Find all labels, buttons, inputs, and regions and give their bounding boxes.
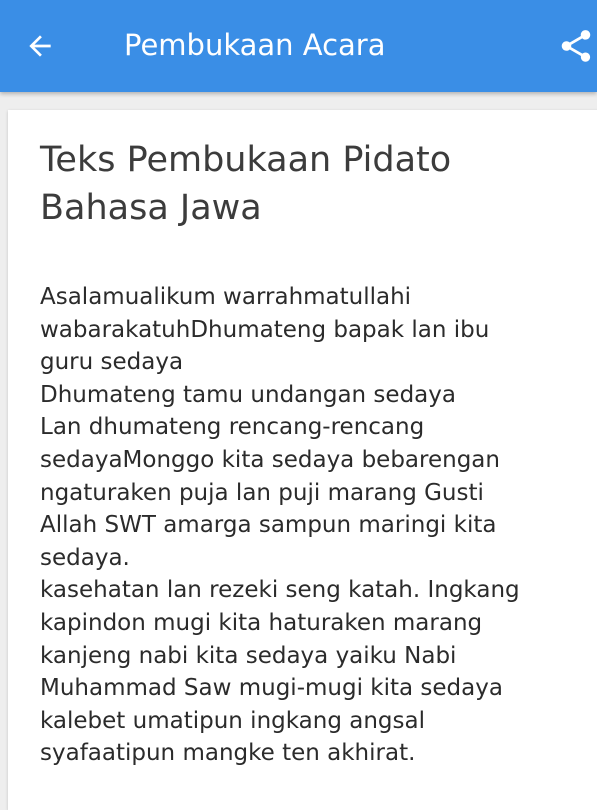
back-button[interactable] xyxy=(14,20,66,72)
share-icon xyxy=(561,30,591,62)
arrow-left-icon xyxy=(29,35,51,57)
article-body: Asalamualikum warrahmatullahi wabarakatu… xyxy=(40,284,520,767)
app-bar-title: Pembukaan Acara xyxy=(124,28,386,62)
article-title: Teks Pembukaan Pidato Bahasa Jawa xyxy=(40,140,452,228)
app-bar: Pembukaan Acara xyxy=(0,0,597,92)
share-button[interactable] xyxy=(550,20,597,72)
article-card: Teks Pembukaan Pidato Bahasa Jawa Asalam… xyxy=(8,110,597,810)
